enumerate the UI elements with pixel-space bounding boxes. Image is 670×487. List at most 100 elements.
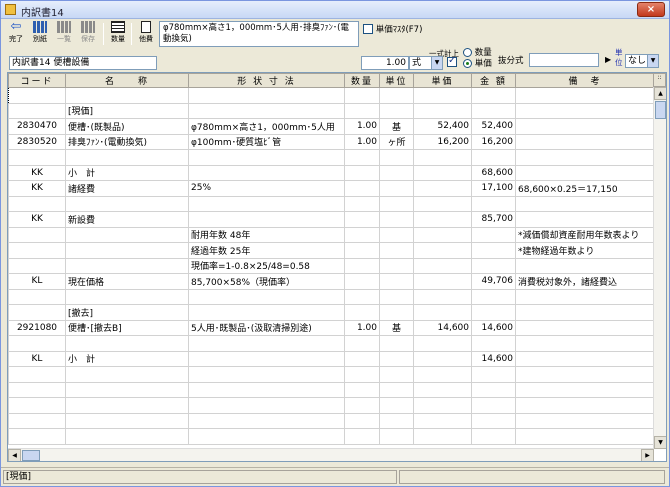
- table-row[interactable]: KK 小 計 68,600: [8, 164, 655, 181]
- toolbar-button-0[interactable]: ⇦ 完了: [5, 20, 27, 47]
- table-cell[interactable]: [471, 366, 516, 383]
- table-cell[interactable]: 基: [379, 118, 414, 135]
- table-cell[interactable]: [65, 87, 189, 104]
- table-cell[interactable]: [379, 211, 414, 228]
- vertical-scrollbar[interactable]: ▲ ▼: [653, 87, 666, 449]
- master-checkbox-box[interactable]: [363, 24, 373, 34]
- table-cell[interactable]: [515, 304, 655, 321]
- table-cell[interactable]: [344, 335, 380, 352]
- table-row[interactable]: [8, 288, 655, 305]
- radio-price-button[interactable]: [463, 59, 472, 68]
- table-row[interactable]: [8, 335, 655, 352]
- table-cell[interactable]: 16,200: [413, 133, 472, 150]
- table-cell[interactable]: [188, 335, 345, 352]
- table-cell[interactable]: [413, 257, 472, 274]
- table-cell[interactable]: [188, 288, 345, 305]
- column-header[interactable]: 名 称: [65, 73, 189, 88]
- table-cell[interactable]: [188, 195, 345, 212]
- table-cell[interactable]: [471, 288, 516, 305]
- table-cell[interactable]: [515, 350, 655, 367]
- table-cell[interactable]: 17,100: [471, 180, 516, 197]
- table-cell[interactable]: [379, 366, 414, 383]
- table-row[interactable]: [8, 87, 655, 104]
- scroll-left-icon[interactable]: ◀: [8, 449, 21, 461]
- table-cell[interactable]: [379, 397, 414, 414]
- table-cell[interactable]: 85,700×58%（現価率）: [188, 273, 345, 290]
- horizontal-scroll-thumb[interactable]: [22, 450, 40, 461]
- table-cell[interactable]: [8, 242, 66, 259]
- table-cell[interactable]: [344, 366, 380, 383]
- table-row[interactable]: 2830520 排臭ﾌｧﾝ･(電動換気) φ100mm･硬質塩ﾋﾞ管 1.00 ヶ所 16…: [8, 133, 655, 150]
- table-cell[interactable]: 49,706: [471, 273, 516, 290]
- table-cell[interactable]: [413, 288, 472, 305]
- table-cell[interactable]: [413, 149, 472, 166]
- table-cell[interactable]: [188, 381, 345, 398]
- table-row[interactable]: 経過年数 25年 *建物経過年数より: [8, 242, 655, 259]
- table-cell[interactable]: [8, 397, 66, 414]
- table-cell[interactable]: [8, 428, 66, 445]
- table-cell[interactable]: [344, 288, 380, 305]
- table-cell[interactable]: *建物経過年数より: [515, 242, 655, 259]
- column-header[interactable]: 単価: [413, 73, 472, 88]
- chevron-down-icon[interactable]: ▼: [647, 55, 658, 67]
- table-cell[interactable]: 14,600: [413, 319, 472, 336]
- table-cell[interactable]: [471, 87, 516, 104]
- table-cell[interactable]: 消費税対象外，諸経費込: [515, 273, 655, 290]
- toolbar-button-3[interactable]: 保存: [77, 21, 99, 47]
- table-cell[interactable]: [413, 180, 472, 197]
- table-cell[interactable]: *減価償却資産耐用年数表より: [515, 226, 655, 243]
- table-cell[interactable]: [471, 304, 516, 321]
- table-cell[interactable]: [65, 381, 189, 398]
- table-cell[interactable]: [413, 350, 472, 367]
- table-cell[interactable]: [8, 226, 66, 243]
- table-cell[interactable]: [471, 149, 516, 166]
- table-cell[interactable]: KK: [8, 211, 66, 228]
- table-cell[interactable]: [515, 381, 655, 398]
- table-cell[interactable]: [188, 412, 345, 429]
- table-cell[interactable]: [188, 164, 345, 181]
- table-cell[interactable]: [413, 397, 472, 414]
- table-row[interactable]: [8, 381, 655, 398]
- table-cell[interactable]: [65, 257, 189, 274]
- table-cell[interactable]: [471, 195, 516, 212]
- table-cell[interactable]: [8, 149, 66, 166]
- table-cell[interactable]: [413, 102, 472, 119]
- table-row[interactable]: KK 諸経費 25% 17,100 68,600×0.25＝17,150: [8, 180, 655, 197]
- table-cell[interactable]: 現価率=1-0.8×25/48=0.58: [188, 257, 345, 274]
- table-cell[interactable]: 25%: [188, 180, 345, 197]
- table-cell[interactable]: 耐用年数 48年: [188, 226, 345, 243]
- table-cell[interactable]: 現在価格: [65, 273, 189, 290]
- table-cell[interactable]: [471, 242, 516, 259]
- table-row[interactable]: [現価]: [8, 102, 655, 119]
- formula-input[interactable]: [529, 53, 599, 67]
- table-cell[interactable]: [65, 366, 189, 383]
- unit-select[interactable]: 式 ▼: [409, 56, 443, 70]
- table-row[interactable]: [撤去]: [8, 304, 655, 321]
- spec-text-box[interactable]: φ780mm×高さ1，000mm･5人用･排臭ﾌｧﾝ･(電動換気): [159, 21, 359, 47]
- toolbar-button-5[interactable]: 他費: [135, 21, 157, 47]
- table-cell[interactable]: [515, 366, 655, 383]
- table-cell[interactable]: [344, 164, 380, 181]
- table-cell[interactable]: [344, 397, 380, 414]
- table-cell[interactable]: [379, 180, 414, 197]
- table-cell[interactable]: 52,400: [413, 118, 472, 135]
- column-header[interactable]: 金 額: [471, 73, 516, 88]
- table-cell[interactable]: [344, 242, 380, 259]
- table-row[interactable]: 現価率=1-0.8×25/48=0.58: [8, 257, 655, 274]
- table-row[interactable]: 耐用年数 48年 *減価償却資産耐用年数表より: [8, 226, 655, 243]
- table-cell[interactable]: [344, 149, 380, 166]
- table-cell[interactable]: 基: [379, 319, 414, 336]
- radio-quantity-button[interactable]: [463, 48, 472, 57]
- table-cell[interactable]: [344, 226, 380, 243]
- table-cell[interactable]: [344, 180, 380, 197]
- table-cell[interactable]: 68,600: [471, 164, 516, 181]
- table-cell[interactable]: [413, 164, 472, 181]
- table-row[interactable]: KL 小 計 14,600: [8, 350, 655, 367]
- table-cell[interactable]: [413, 273, 472, 290]
- column-header[interactable]: コード: [8, 73, 66, 88]
- table-cell[interactable]: [379, 412, 414, 429]
- table-cell[interactable]: [8, 366, 66, 383]
- table-cell[interactable]: 経過年数 25年: [188, 242, 345, 259]
- table-cell[interactable]: [344, 257, 380, 274]
- close-button[interactable]: ×: [637, 2, 665, 17]
